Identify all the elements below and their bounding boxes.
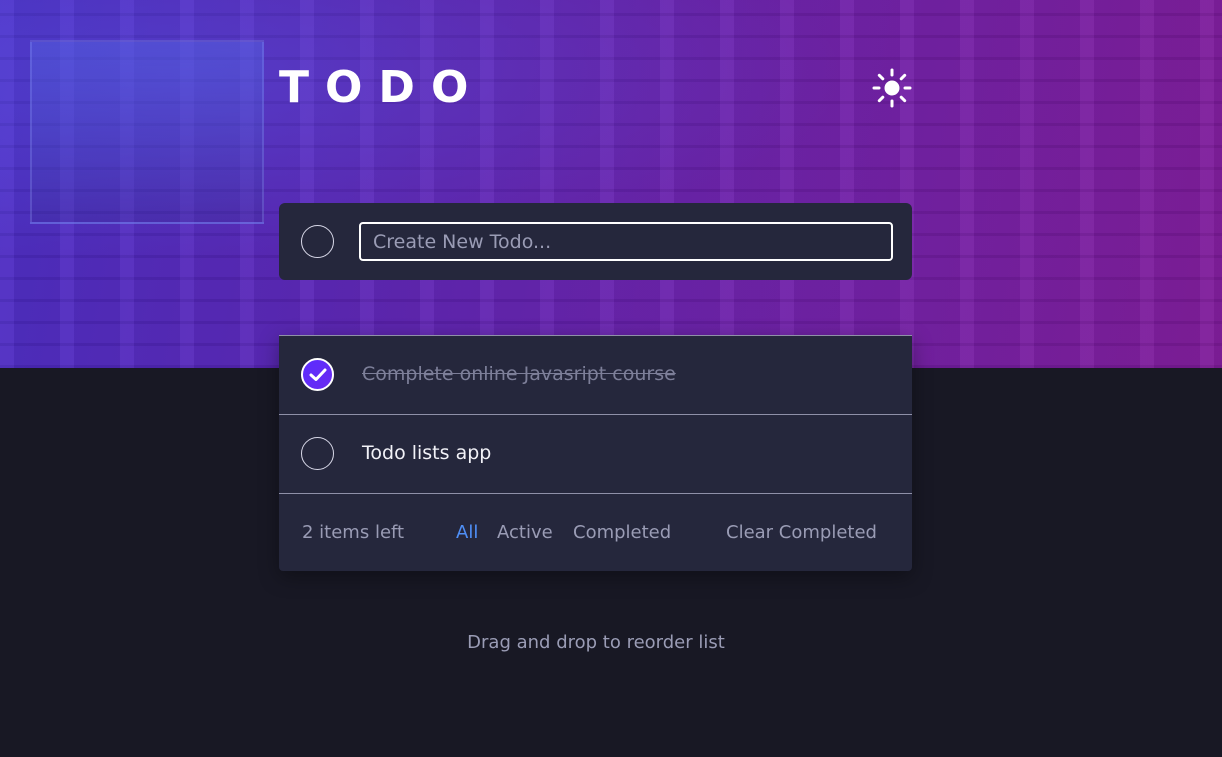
- new-todo-card: [279, 203, 912, 280]
- theme-toggle-button[interactable]: [870, 66, 914, 110]
- todo-list: Complete online Javasript course Todo li…: [279, 335, 912, 571]
- clear-completed-button[interactable]: Clear Completed: [726, 522, 877, 543]
- filter-active[interactable]: Active: [497, 522, 553, 543]
- filter-completed[interactable]: Completed: [573, 522, 671, 543]
- todo-text: Complete online Javasript course: [362, 363, 676, 385]
- checkmark-icon: [309, 368, 327, 381]
- todo-item[interactable]: Todo lists app: [279, 414, 912, 493]
- new-todo-input[interactable]: [359, 222, 893, 261]
- sun-icon: [872, 68, 912, 108]
- todo-item[interactable]: Complete online Javasript course: [279, 335, 912, 414]
- list-footer: 2 items left All Active Completed Clear …: [279, 493, 912, 571]
- new-todo-checkbox[interactable]: [301, 225, 334, 258]
- todo-text: Todo lists app: [362, 442, 492, 464]
- filter-all[interactable]: All: [456, 522, 478, 543]
- reorder-hint: Drag and drop to reorder list: [467, 632, 725, 653]
- todo-checkbox-checked[interactable]: [301, 358, 334, 391]
- header-background: [0, 0, 1222, 368]
- app-title: TODO: [279, 62, 485, 113]
- todo-checkbox[interactable]: [301, 437, 334, 470]
- items-left-count: 2 items left: [302, 522, 405, 543]
